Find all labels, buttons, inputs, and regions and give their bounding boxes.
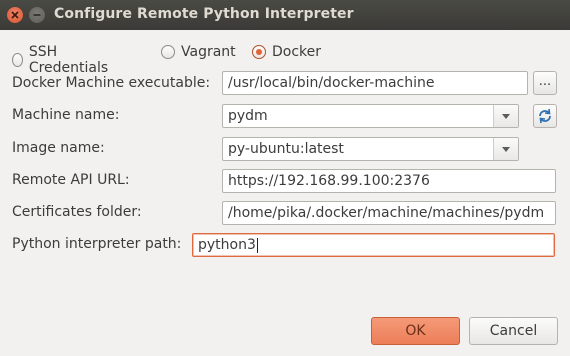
radio-vagrant[interactable]: Vagrant [161, 44, 236, 60]
refresh-button[interactable] [533, 104, 557, 128]
radio-circle[interactable] [252, 45, 266, 59]
radio-label: Docker [272, 44, 322, 60]
radio-docker[interactable]: Docker [252, 44, 321, 60]
window-title: Configure Remote Python Interpreter [54, 6, 354, 22]
image-name-select[interactable]: py-ubuntu:latest [222, 137, 519, 161]
interpreter-path-value: python3 [198, 237, 256, 253]
docker-machine-field[interactable]: /usr/local/bin/docker-machine [222, 71, 528, 95]
cancel-button[interactable]: Cancel [469, 317, 558, 345]
chevron-down-icon[interactable] [493, 105, 518, 127]
minimize-icon [33, 14, 41, 16]
radio-circle[interactable] [161, 45, 175, 59]
interpreter-path-field[interactable]: python3 [192, 233, 555, 257]
chevron-down-icon[interactable] [493, 138, 518, 160]
machine-name-select[interactable]: pydm [222, 104, 519, 128]
radio-circle[interactable] [12, 53, 23, 67]
radio-ssh-credentials[interactable]: SSH Credentials [12, 44, 111, 76]
docker-machine-label: Docker Machine executable: [12, 75, 211, 91]
certificates-folder-label: Certificates folder: [12, 204, 142, 220]
refresh-icon [539, 108, 551, 124]
remote-api-url-label: Remote API URL: [12, 172, 130, 188]
machine-name-label: Machine name: [12, 107, 120, 123]
image-name-label: Image name: [12, 140, 105, 156]
machine-name-value: pydm [228, 108, 268, 124]
certificates-folder-field[interactable]: /home/pika/.docker/machine/machines/pydm [222, 201, 556, 225]
interpreter-path-label: Python interpreter path: [12, 236, 182, 252]
image-name-value: py-ubuntu:latest [228, 141, 344, 157]
remote-api-url-field[interactable]: https://192.168.99.100:2376 [222, 169, 556, 193]
close-window-button[interactable] [7, 7, 23, 23]
radio-label: SSH Credentials [28, 44, 109, 76]
title-bar: Configure Remote Python Interpreter [0, 0, 570, 30]
ok-button[interactable]: OK [371, 317, 460, 345]
text-caret [256, 237, 258, 253]
browse-button[interactable]: ... [533, 71, 557, 95]
minimize-window-button[interactable] [29, 7, 45, 23]
close-icon [11, 11, 19, 19]
radio-label: Vagrant [181, 44, 236, 60]
